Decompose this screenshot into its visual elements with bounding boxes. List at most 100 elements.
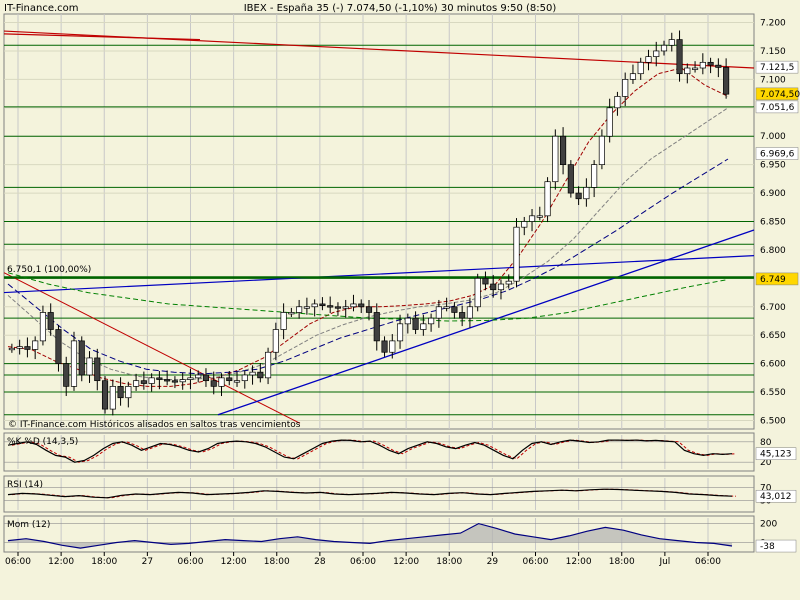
- candle-body: [55, 329, 62, 364]
- candle-body: [443, 306, 450, 309]
- candle-body: [32, 340, 39, 350]
- footer-note: © IT-Finance.com Históricos alisados en …: [8, 419, 301, 430]
- candle-body: [265, 351, 272, 379]
- candle-body: [350, 303, 357, 308]
- candle-body: [412, 317, 419, 330]
- time-tick-label: 18:00: [436, 557, 462, 567]
- price-tick-label: 7.150: [760, 47, 786, 57]
- candle-body: [381, 340, 388, 353]
- momentum-panel: [3, 515, 755, 553]
- panel-tick-label: 80: [760, 438, 772, 448]
- indicator-label: Mom (12): [7, 520, 50, 530]
- candle-body: [303, 306, 310, 309]
- candle-body: [536, 215, 543, 218]
- candle-body: [195, 374, 202, 379]
- candle-body: [233, 380, 241, 383]
- time-tick-label: 12:00: [48, 557, 74, 567]
- candle-body: [482, 277, 489, 285]
- time-axis: 06:00 12:00 18:00 27 06:00 12:00 18:00 28 06:00 1…: [5, 552, 721, 567]
- candle-body: [451, 306, 458, 313]
- candle-body: [544, 181, 551, 217]
- candle-body: [226, 377, 233, 382]
- candle-body: [327, 305, 334, 308]
- time-tick-label: 06:00: [523, 557, 549, 567]
- time-tick-label: 18:00: [91, 557, 117, 567]
- candle-body: [296, 306, 303, 313]
- candle-body: [404, 317, 411, 325]
- price-tick-label: 6.800: [760, 246, 786, 256]
- price-tick-label: 6.950: [760, 161, 786, 171]
- candle-body: [257, 371, 264, 379]
- price-tick-label: 6.900: [760, 189, 786, 199]
- candle-body: [668, 39, 675, 46]
- indicator-value-label: -38: [760, 542, 775, 552]
- fib-label: 6.750,1 (100,00%): [7, 265, 91, 275]
- candle-body: [466, 306, 473, 319]
- candle-body: [653, 50, 660, 57]
- time-tick-label: 18:00: [609, 557, 635, 567]
- time-tick-label: 06:00: [5, 557, 31, 567]
- stochastic-panel: [3, 432, 755, 472]
- candle-body: [218, 377, 225, 387]
- candle-body: [109, 386, 116, 410]
- price-tick-label: 6.700: [760, 303, 786, 313]
- price-tick-label: 6.600: [760, 360, 786, 370]
- candle-body: [311, 303, 318, 308]
- candle-body: [365, 306, 373, 313]
- time-tick-label: 12:00: [393, 557, 419, 567]
- candle-body: [707, 61, 714, 66]
- time-tick-label: 12:00: [566, 557, 592, 567]
- candle-body: [637, 61, 644, 75]
- candle-body: [179, 379, 186, 383]
- candle-body: [373, 312, 380, 342]
- candle-body: [591, 164, 598, 188]
- price-tick-label: 6.500: [760, 416, 786, 426]
- candle-body: [459, 312, 466, 319]
- candle-body: [691, 67, 699, 70]
- time-tick-label: 06:00: [350, 557, 376, 567]
- candle-body: [622, 79, 629, 97]
- candle-body: [723, 67, 730, 95]
- candle-body: [521, 221, 528, 228]
- candle-body: [125, 386, 132, 399]
- candle-body: [47, 312, 54, 330]
- candle-body: [63, 363, 70, 387]
- candle-body: [210, 380, 217, 387]
- candle-body: [164, 379, 171, 382]
- candle-body: [614, 96, 621, 109]
- site-label: IT-Finance.com: [4, 3, 79, 14]
- time-tick-label: Jul: [658, 557, 670, 567]
- candle-body: [8, 347, 15, 351]
- candle-body: [684, 67, 691, 75]
- candle-body: [16, 346, 23, 349]
- candle-body: [241, 374, 248, 382]
- candle-body: [39, 312, 47, 342]
- price-tag-label: 7.051,6: [760, 103, 795, 113]
- candle-body: [358, 303, 365, 308]
- candle-body: [272, 329, 279, 353]
- price-tag-label: 6.969,6: [760, 150, 795, 160]
- price-tag-label: 6.749: [760, 275, 786, 285]
- price-tick-label: 7.200: [760, 19, 786, 29]
- candle-body: [140, 380, 147, 384]
- price-axis: 7.2007.1507.1007.0507.0006.9506.9006.850…: [760, 19, 786, 427]
- candle-body: [629, 73, 637, 80]
- candle-body: [86, 357, 93, 376]
- candle-body: [288, 312, 295, 315]
- candle-body: [24, 346, 31, 350]
- candle-body: [552, 135, 559, 183]
- candle-body: [474, 277, 481, 308]
- candle-body: [70, 340, 78, 387]
- candle-body: [490, 283, 497, 291]
- time-tick-label: 18:00: [264, 557, 290, 567]
- chart-canvas: IT-Finance.com IBEX - España 35 (-) 7.07…: [3, 3, 800, 567]
- time-tick-label: 06:00: [695, 557, 721, 567]
- price-tick-label: 6.650: [760, 331, 786, 341]
- price-tick-label: 7.000: [760, 132, 786, 142]
- candle-body: [645, 56, 652, 63]
- candle-body: [171, 380, 178, 383]
- candle-body: [187, 377, 194, 380]
- indicator-value-label: 43,012: [760, 492, 792, 502]
- candle-body: [156, 377, 163, 380]
- price-tick-label: 6.550: [760, 388, 786, 398]
